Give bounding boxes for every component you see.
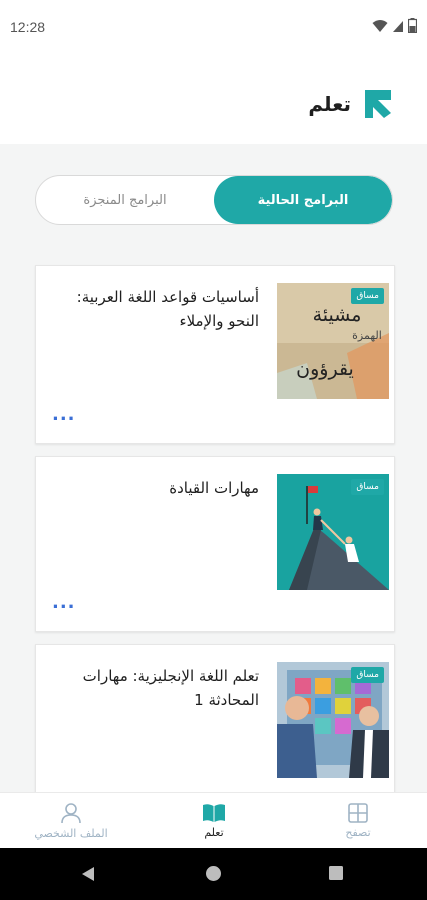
program-title: تعلم اللغة الإنجليزية: مهارات المحادثة 1 xyxy=(82,667,259,709)
program-thumbnail: مساق xyxy=(277,474,389,590)
nav-profile-label: الملف الشخصي xyxy=(34,827,108,840)
recents-icon[interactable] xyxy=(328,865,344,881)
status-icons xyxy=(372,18,417,33)
nav-learn[interactable]: تعلم xyxy=(164,793,264,849)
main-content[interactable]: البرامج الحالية البرامج المنجزة مشيئة ال… xyxy=(0,144,427,792)
program-title: مهارات القيادة xyxy=(169,479,259,497)
program-card[interactable]: مساق تعلم اللغة الإنجليزية: مهارات المحا… xyxy=(35,644,395,792)
program-thumbnail: مساق xyxy=(277,662,389,778)
status-time: 12:28 xyxy=(10,19,46,35)
program-title: أساسيات قواعد اللغة العربية: النحو والإم… xyxy=(76,288,259,330)
thumb-word-1: مشيئة xyxy=(313,304,362,326)
course-badge: مساق xyxy=(351,288,384,304)
course-badge: مساق xyxy=(351,479,384,495)
app-header: تعلم xyxy=(0,56,427,144)
thumb-word-2: الهمزة xyxy=(352,329,382,342)
book-icon xyxy=(203,804,225,822)
status-bar: 12:28 xyxy=(0,0,427,56)
more-options-icon[interactable]: ... xyxy=(52,404,76,425)
thumb-word-3: يقرؤون xyxy=(296,358,354,380)
program-tabs: البرامج الحالية البرامج المنجزة xyxy=(35,175,393,225)
page-title: تعلم xyxy=(308,92,351,116)
battery-icon xyxy=(408,18,417,33)
tab-completed-programs[interactable]: البرامج المنجزة xyxy=(36,176,214,224)
signal-icon xyxy=(393,20,403,32)
more-options-icon[interactable]: ... xyxy=(52,592,76,613)
system-navigation-bar xyxy=(0,848,427,900)
person-icon xyxy=(61,803,81,824)
nav-profile[interactable]: الملف الشخصي xyxy=(21,793,121,849)
program-card[interactable]: مشيئة الهمزة يقرؤون مساق أساسيات قواعد ا… xyxy=(35,265,395,444)
back-icon[interactable] xyxy=(80,866,96,882)
home-icon[interactable] xyxy=(205,865,222,882)
program-thumbnail: مشيئة الهمزة يقرؤون مساق xyxy=(277,283,389,399)
wifi-icon xyxy=(372,19,388,32)
nav-learn-label: تعلم xyxy=(204,826,224,839)
course-badge: مساق xyxy=(351,667,384,683)
bottom-navigation: الملف الشخصي تعلم تصفح xyxy=(0,792,427,849)
nav-browse-label: تصفح xyxy=(345,826,371,839)
grid-icon xyxy=(348,803,368,823)
program-card[interactable]: مساق مهارات القيادة ... xyxy=(35,456,395,632)
brand-logo-icon xyxy=(365,90,391,118)
nav-browse[interactable]: تصفح xyxy=(308,793,408,849)
tab-current-programs[interactable]: البرامج الحالية xyxy=(214,176,392,224)
